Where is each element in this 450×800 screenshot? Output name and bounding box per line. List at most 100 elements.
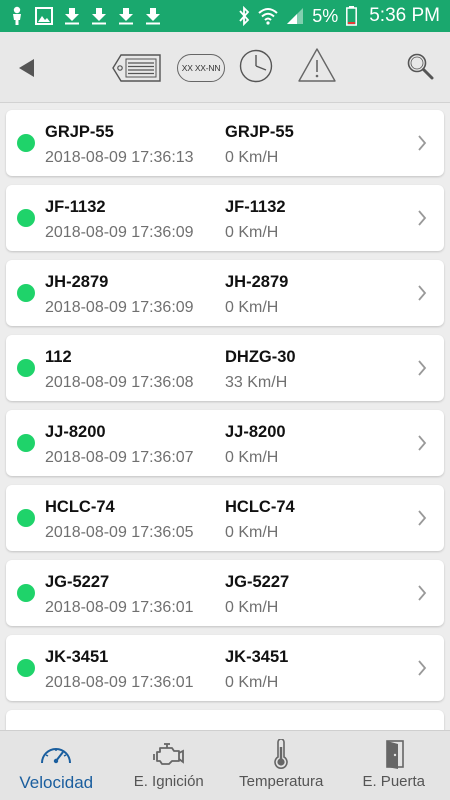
vehicle-id: JF-1132: [45, 198, 106, 216]
vehicle-plate: JF-1132: [225, 198, 286, 216]
vehicle-id: HCLC-74: [45, 498, 115, 516]
warning-icon: [298, 48, 336, 82]
vehicle-plate: JH-2879: [225, 273, 289, 291]
vehicle-timestamp: 2018-08-09 17:36:07: [45, 449, 194, 466]
vehicle-speed: 0 Km/H: [225, 599, 279, 616]
vehicle-card[interactable]: JK-3451 JK-3451 2018-08-09 17:36:01 0 Km…: [6, 635, 444, 701]
plate-format-icon: XX XX-NN: [177, 54, 225, 82]
vehicle-id: JG-5227: [45, 573, 110, 591]
plate-format-label: XX XX-NN: [181, 63, 221, 73]
nav-ignicion[interactable]: E. Ignición: [113, 731, 226, 800]
status-dot: [17, 134, 35, 152]
download-icon: [91, 7, 107, 25]
tag-filter-button[interactable]: [110, 52, 164, 84]
bottom-navigation: Velocidad E. Ignición Temperatura E. Pue…: [0, 730, 450, 800]
wifi-icon: [258, 7, 278, 25]
chevron-right-icon: [418, 585, 427, 601]
vehicle-card[interactable]: GRJP-55 GRJP-55 2018-08-09 17:36:13 0 Km…: [6, 110, 444, 176]
chevron-right-icon: [418, 660, 427, 676]
status-dot: [17, 659, 35, 677]
vehicle-speed: 0 Km/H: [225, 449, 279, 466]
vehicle-list[interactable]: GRJP-55 GRJP-55 2018-08-09 17:36:13 0 Km…: [0, 102, 450, 730]
vehicle-card-partial[interactable]: [6, 710, 444, 730]
vehicle-plate: JJ-8200: [225, 423, 286, 441]
status-dot: [17, 434, 35, 452]
chevron-right-icon: [418, 210, 427, 226]
nav-puerta[interactable]: E. Puerta: [338, 731, 450, 800]
vehicle-id: JJ-8200: [45, 423, 106, 441]
status-bar-right: 5% 5:36 PM: [238, 5, 440, 27]
battery-percentage: 5%: [312, 5, 339, 26]
vehicle-plate: DHZG-30: [225, 348, 296, 366]
vehicle-card[interactable]: JG-5227 JG-5227 2018-08-09 17:36:01 0 Km…: [6, 560, 444, 626]
vehicle-timestamp: 2018-08-09 17:36:05: [45, 524, 194, 541]
chevron-right-icon: [418, 285, 427, 301]
vehicle-timestamp: 2018-08-09 17:36:09: [45, 299, 194, 316]
nav-label: Temperatura: [239, 773, 324, 790]
bluetooth-icon: [238, 6, 250, 26]
search-button[interactable]: [404, 50, 436, 82]
door-icon: [381, 739, 407, 769]
person-icon: [10, 6, 24, 26]
vehicle-speed: 0 Km/H: [225, 149, 279, 166]
vehicle-card[interactable]: HCLC-74 HCLC-74 2018-08-09 17:36:05 0 Km…: [6, 485, 444, 551]
thermometer-icon: [271, 739, 291, 769]
vehicle-speed: 0 Km/H: [225, 299, 279, 316]
status-dot: [17, 509, 35, 527]
status-bar: 5% 5:36 PM: [0, 0, 450, 32]
vehicle-timestamp: 2018-08-09 17:36:09: [45, 224, 194, 241]
chevron-right-icon: [418, 360, 427, 376]
status-dot: [17, 284, 35, 302]
vehicle-card[interactable]: JH-2879 JH-2879 2018-08-09 17:36:09 0 Km…: [6, 260, 444, 326]
vehicle-id: 112: [45, 348, 72, 366]
download-icon: [145, 7, 161, 25]
download-icon: [64, 7, 80, 25]
download-icon: [118, 7, 134, 25]
back-button[interactable]: [12, 54, 40, 82]
vehicle-timestamp: 2018-08-09 17:36:01: [45, 674, 194, 691]
vehicle-id: JK-3451: [45, 648, 109, 666]
vehicle-timestamp: 2018-08-09 17:36:13: [45, 149, 194, 166]
chevron-right-icon: [418, 510, 427, 526]
tag-icon: [112, 54, 161, 82]
clock-time: 5:36 PM: [369, 5, 440, 26]
status-dot: [17, 584, 35, 602]
vehicle-plate: JG-5227: [225, 573, 290, 591]
toolbar: XX XX-NN: [0, 32, 450, 103]
nav-velocidad[interactable]: Velocidad: [0, 731, 113, 800]
vehicle-card[interactable]: JJ-8200 JJ-8200 2018-08-09 17:36:07 0 Km…: [6, 410, 444, 476]
signal-icon: [286, 7, 304, 25]
chevron-right-icon: [418, 135, 427, 151]
nav-label: E. Ignición: [133, 773, 204, 790]
vehicle-speed: 0 Km/H: [225, 224, 279, 241]
vehicle-card[interactable]: JF-1132 JF-1132 2018-08-09 17:36:09 0 Km…: [6, 185, 444, 251]
vehicle-id: GRJP-55: [45, 123, 114, 141]
status-bar-left: [10, 6, 161, 26]
alerts-button[interactable]: [296, 46, 338, 84]
vehicle-id: JH-2879: [45, 273, 109, 291]
vehicle-plate: HCLC-74: [225, 498, 295, 516]
speedometer-icon: [39, 739, 73, 769]
vehicle-speed: 0 Km/H: [225, 674, 279, 691]
back-arrow-icon: [19, 59, 34, 77]
vehicle-plate: GRJP-55: [225, 123, 294, 141]
plate-format-button[interactable]: XX XX-NN: [175, 52, 227, 84]
vehicle-speed: 0 Km/H: [225, 524, 279, 541]
battery-icon: [346, 6, 358, 26]
vehicle-plate: JK-3451: [225, 648, 289, 666]
engine-icon: [152, 739, 186, 769]
nav-label: E. Puerta: [362, 773, 426, 790]
vehicle-card[interactable]: 112 DHZG-30 2018-08-09 17:36:08 33 Km/H: [6, 335, 444, 401]
search-icon: [407, 53, 434, 80]
vehicle-timestamp: 2018-08-09 17:36:08: [45, 374, 194, 391]
vehicle-timestamp: 2018-08-09 17:36:01: [45, 599, 194, 616]
nav-temperatura[interactable]: Temperatura: [225, 731, 338, 800]
clock-button[interactable]: [236, 48, 276, 84]
nav-label: Velocidad: [19, 773, 94, 792]
status-dot: [17, 359, 35, 377]
status-dot: [17, 209, 35, 227]
vehicle-speed: 33 Km/H: [225, 374, 288, 391]
image-icon: [35, 7, 53, 25]
clock-icon: [239, 49, 273, 83]
chevron-right-icon: [418, 435, 427, 451]
